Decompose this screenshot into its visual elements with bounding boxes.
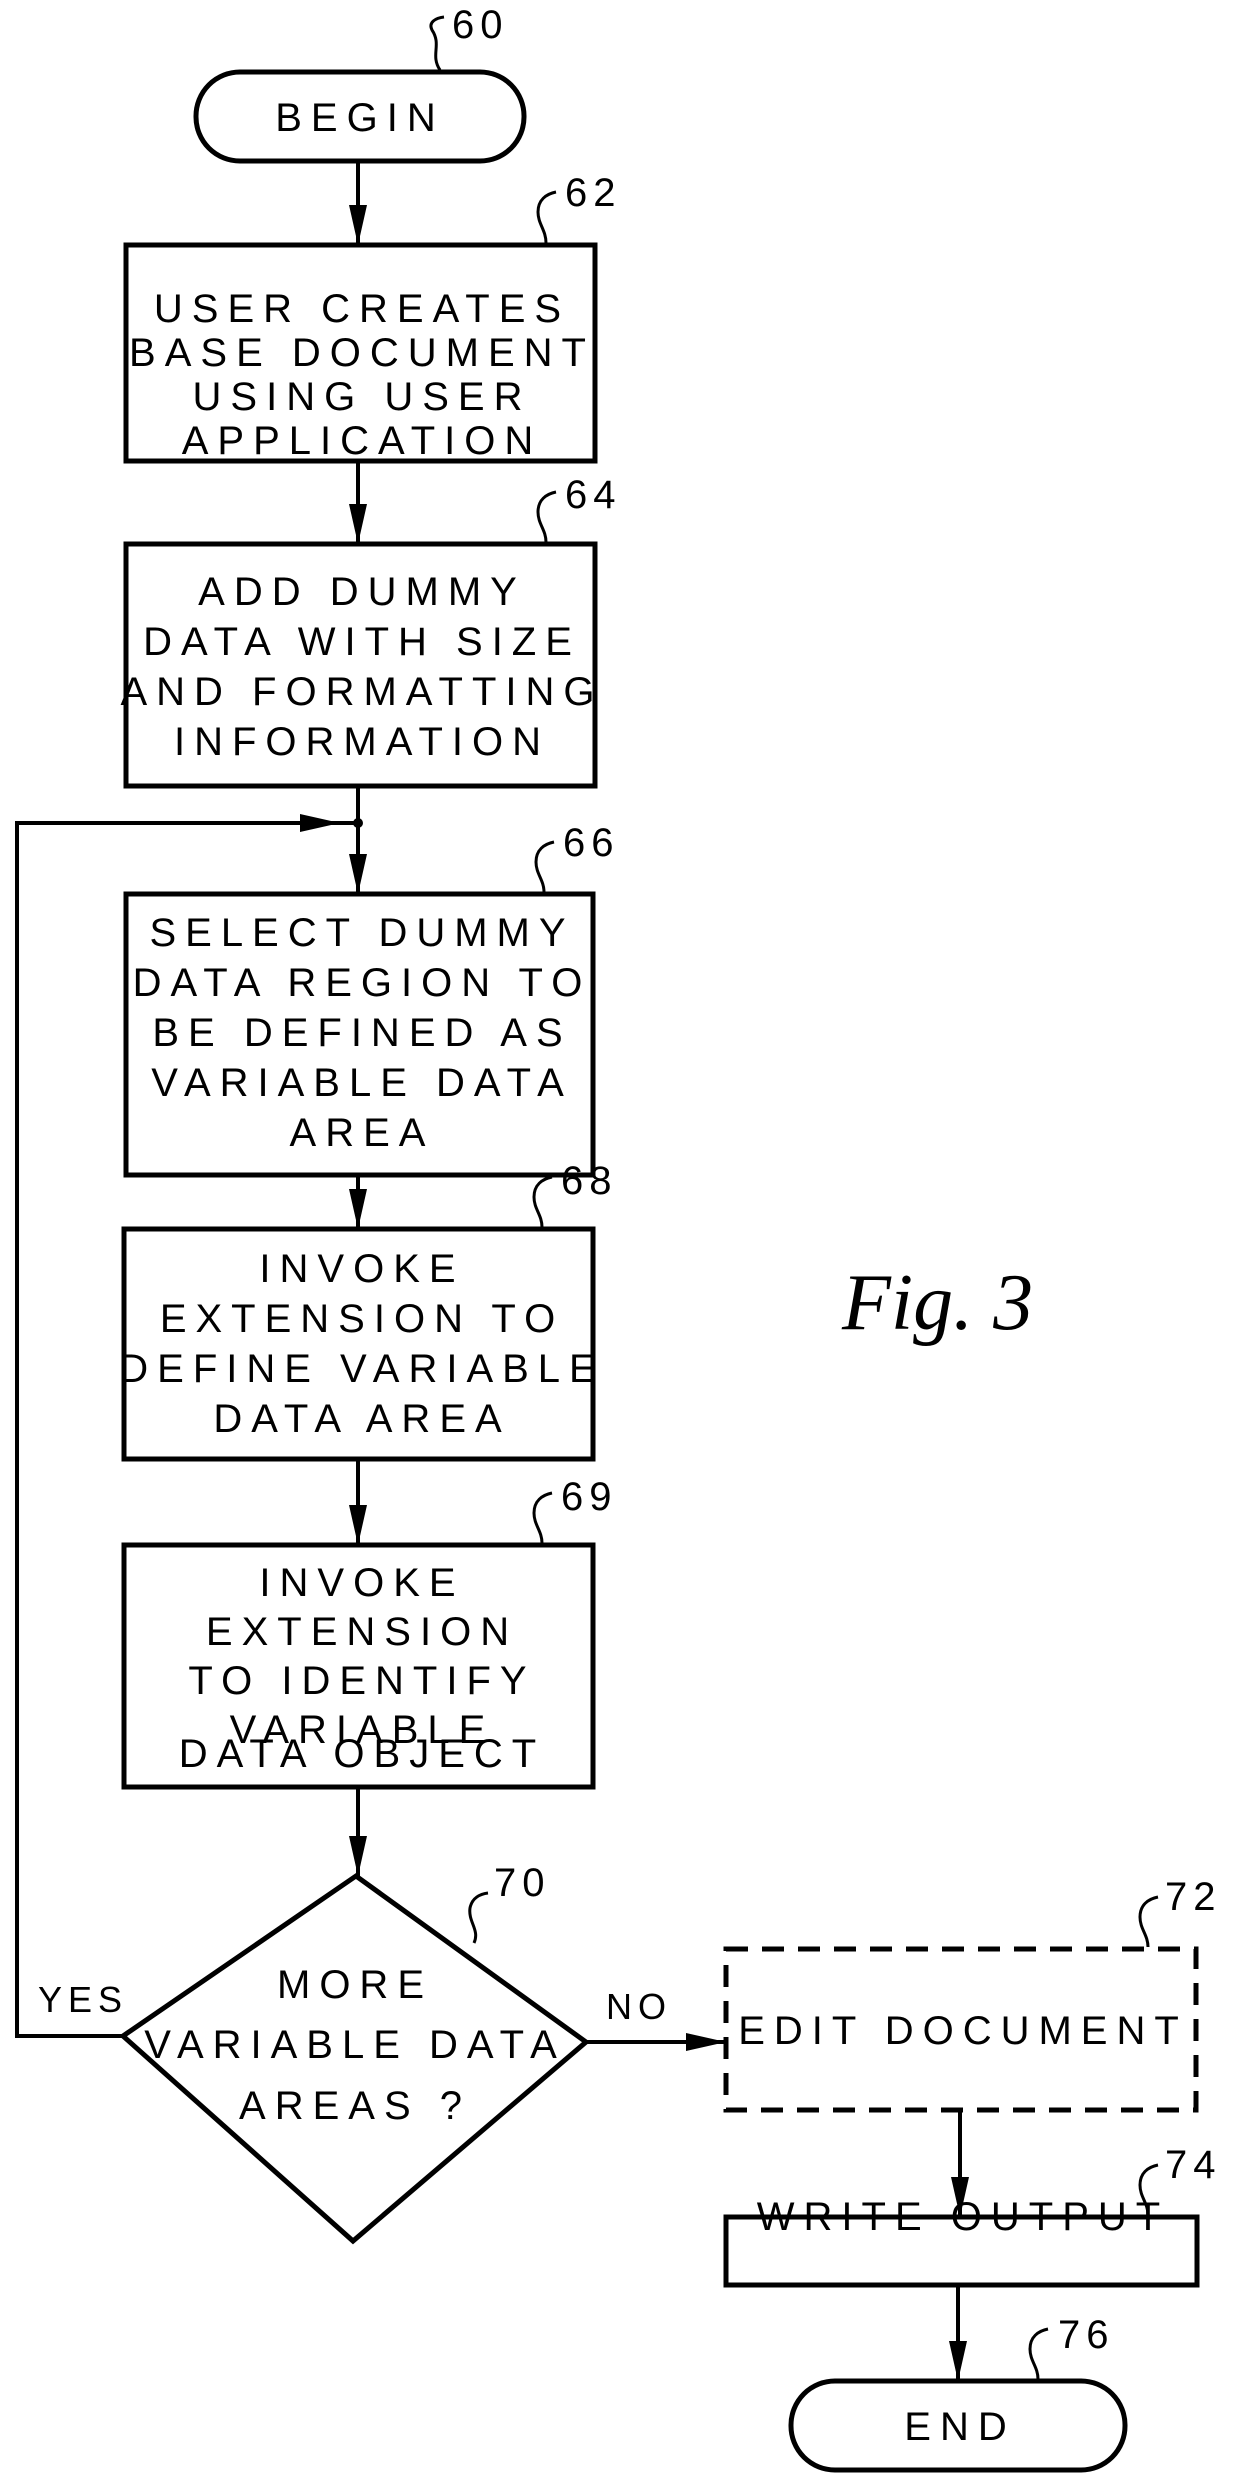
- arrow-no-icon: [686, 2033, 726, 2051]
- ref-60: 60: [452, 3, 509, 47]
- node-begin-label: BEGIN: [275, 96, 444, 140]
- node-62-line-1: USER CREATES: [154, 287, 570, 331]
- node-66: SELECT DUMMY DATA REGION TO BE DEFINED A…: [123, 821, 620, 1178]
- node-64-line-3: AND FORMATTING: [120, 670, 603, 714]
- node-begin: BEGIN 60: [193, 3, 527, 164]
- leader-72: [1138, 1895, 1159, 1948]
- flowchart: BEGIN 60 USER CREATES BASE DOCUMENT USIN…: [15, 3, 1222, 2473]
- node-68: INVOKE EXTENSION TO DEFINE VARIABLE DATA…: [119, 1159, 618, 1462]
- no-label: NO: [606, 1986, 672, 2027]
- ref-76: 76: [1058, 2313, 1115, 2357]
- node-62-line-4: APPLICATION: [182, 419, 543, 463]
- node-69-line-2: EXTENSION: [206, 1610, 518, 1654]
- node-74-label: WRITE OUTPUT: [757, 2195, 1169, 2239]
- arrow-yes-loop-icon: [300, 814, 340, 832]
- leader-69: [532, 1491, 553, 1544]
- decision-line-1: MORE: [277, 1963, 433, 2007]
- decision-line-3: AREAS ?: [239, 2084, 471, 2128]
- ref-68: 68: [561, 1159, 618, 1203]
- leader-70: [468, 1891, 489, 1944]
- ref-70: 70: [494, 1861, 551, 1905]
- leader-62: [536, 190, 557, 244]
- node-68-line-1: INVOKE: [259, 1247, 464, 1291]
- node-69-line-3: TO IDENTIFY: [188, 1659, 535, 1703]
- node-62: USER CREATES BASE DOCUMENT USING USER AP…: [123, 171, 622, 464]
- node-62-line-2: BASE DOCUMENT: [129, 331, 595, 375]
- ref-72: 72: [1165, 1875, 1222, 1919]
- node-68-line-2: EXTENSION TO: [160, 1297, 564, 1341]
- node-66-line-1: SELECT DUMMY: [149, 911, 574, 955]
- node-64-line-2: DATA WITH SIZE: [143, 620, 581, 664]
- node-66-line-4: VARIABLE DATA: [151, 1061, 573, 1105]
- ref-66: 66: [563, 821, 620, 865]
- node-70-decision: MORE VARIABLE DATA AREAS ? 70 YES NO: [38, 1861, 672, 2245]
- leader-76: [1028, 2327, 1049, 2380]
- leader-66: [534, 840, 555, 893]
- ref-62: 62: [565, 171, 622, 215]
- node-end-label: END: [904, 2405, 1015, 2449]
- node-64-line-1: ADD DUMMY: [198, 570, 526, 614]
- arrow-66-68-icon: [349, 1189, 367, 1229]
- node-69: INVOKE EXTENSION TO IDENTIFY VARIABLE DA…: [121, 1475, 618, 1790]
- ref-64: 64: [565, 473, 622, 517]
- node-74: WRITE OUTPUT 74: [723, 2143, 1222, 2288]
- decision-line-2: VARIABLE DATA: [144, 2023, 566, 2067]
- yes-label: YES: [38, 1979, 128, 2020]
- node-72-label: EDIT DOCUMENT: [738, 2009, 1188, 2053]
- node-69-line-5: DATA OBJECT: [179, 1732, 545, 1776]
- node-69-line-1: INVOKE: [259, 1561, 464, 1605]
- node-66-line-5: AREA: [290, 1111, 435, 1155]
- ref-69: 69: [561, 1475, 618, 1519]
- node-62-line-3: USING USER: [193, 375, 532, 419]
- arrow-68-69-icon: [349, 1505, 367, 1545]
- arrow-62-64-icon: [349, 504, 367, 544]
- node-64: ADD DUMMY DATA WITH SIZE AND FORMATTING …: [120, 473, 622, 789]
- leader-64: [536, 490, 557, 543]
- node-68-line-3: DEFINE VARIABLE: [119, 1347, 604, 1391]
- leader-68: [532, 1175, 553, 1228]
- arrow-60-62-icon: [349, 205, 367, 245]
- ref-74: 74: [1165, 2143, 1222, 2187]
- leader-60: [429, 15, 445, 71]
- figure-caption: Fig. 3: [841, 1259, 1033, 1347]
- node-66-line-3: BE DEFINED AS: [152, 1011, 571, 1055]
- arrow-69-70-icon: [349, 1836, 367, 1876]
- arrow-74-76-icon: [949, 2341, 967, 2381]
- node-72: EDIT DOCUMENT 72: [723, 1875, 1222, 2113]
- node-66-line-2: DATA REGION TO: [133, 961, 592, 1005]
- node-68-line-4: DATA AREA: [213, 1397, 510, 1441]
- arrow-64-66-icon: [349, 854, 367, 894]
- node-64-line-4: INFORMATION: [174, 720, 550, 764]
